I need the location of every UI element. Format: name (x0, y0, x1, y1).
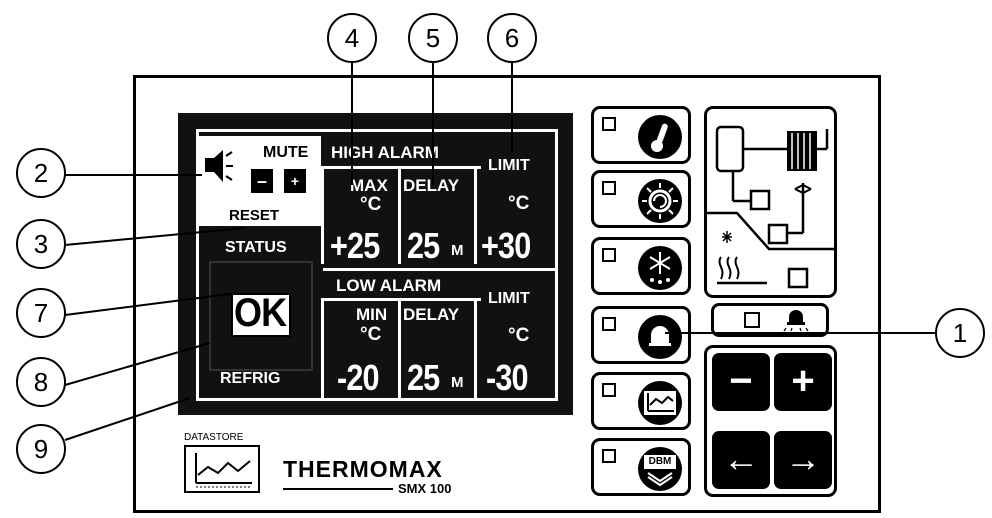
callout-7: 7 (16, 288, 66, 338)
callout-9: 9 (16, 424, 66, 474)
callout-2: 2 (16, 148, 66, 198)
callout-5: 5 (408, 13, 458, 63)
callout-4: 4 (327, 13, 377, 63)
callout-8: 8 (16, 357, 66, 407)
leader-lines (64, 56, 935, 441)
callout-3: 3 (16, 219, 66, 269)
callout-1: 1 (935, 308, 985, 358)
callout-6: 6 (487, 13, 537, 63)
